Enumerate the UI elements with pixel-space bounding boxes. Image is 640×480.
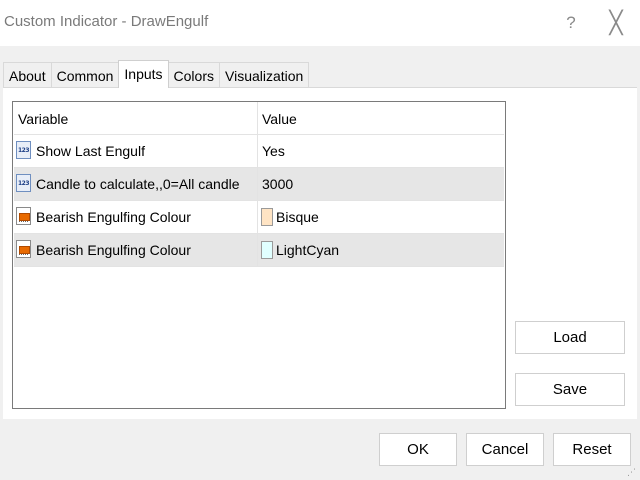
variable-name: Show Last Engulf — [36, 143, 145, 159]
color-parameter-icon — [16, 207, 31, 225]
reset-button[interactable]: Reset — [553, 433, 631, 466]
color-parameter-icon — [16, 240, 31, 258]
value-cell[interactable]: Yes — [258, 135, 504, 167]
title-bar: Custom Indicator - DrawEngulf ? ╳ — [0, 0, 640, 46]
window-title: Custom Indicator - DrawEngulf — [4, 13, 209, 30]
column-header-variable-label: Variable — [18, 111, 69, 127]
tab-inputs[interactable]: Inputs — [118, 60, 169, 88]
ok-button[interactable]: OK — [379, 433, 457, 466]
column-header-variable[interactable]: Variable — [14, 102, 258, 134]
color-swatch-glyph — [19, 213, 30, 221]
resize-grip-icon[interactable]: ⋰ — [627, 467, 637, 477]
variable-cell: Bearish Engulfing Colour — [14, 234, 258, 266]
table-row[interactable]: Bearish Engulfing Colour LightCyan — [14, 234, 504, 267]
tab-about[interactable]: About — [3, 62, 52, 88]
table-row[interactable]: Bearish Engulfing Colour Bisque — [14, 201, 504, 234]
variable-value: 3000 — [262, 176, 294, 192]
color-swatch-glyph — [19, 246, 30, 254]
help-button[interactable]: ? — [556, 8, 586, 38]
number-parameter-icon: 123 — [16, 141, 31, 159]
table-row[interactable]: 123 Candle to calculate,,0=All candle 30… — [14, 168, 504, 201]
number-parameter-icon: 123 — [16, 174, 31, 192]
variable-value: Yes — [262, 143, 285, 159]
cancel-button[interactable]: Cancel — [466, 433, 544, 466]
column-header-value-label: Value — [262, 111, 297, 127]
variable-cell: 123 Show Last Engulf — [14, 135, 258, 167]
variable-name: Candle to calculate,,0=All candle — [36, 176, 240, 192]
close-button[interactable]: ╳ — [601, 8, 631, 38]
value-cell[interactable]: 3000 — [258, 168, 504, 200]
tab-visualization[interactable]: Visualization — [219, 62, 310, 88]
variable-value: LightCyan — [276, 242, 340, 258]
load-button[interactable]: Load — [515, 321, 625, 354]
color-lines-glyph — [19, 221, 28, 224]
value-cell[interactable]: LightCyan — [258, 234, 504, 266]
variable-cell: 123 Candle to calculate,,0=All candle — [14, 168, 258, 200]
value-cell[interactable]: Bisque — [258, 201, 504, 233]
table-header: Variable Value — [14, 102, 504, 135]
inputs-panel: Variable Value 123 Show Last Engulf Yes … — [3, 87, 637, 419]
inputs-table: Variable Value 123 Show Last Engulf Yes … — [12, 101, 506, 409]
variable-value: Bisque — [276, 209, 319, 225]
tab-common[interactable]: Common — [50, 62, 120, 88]
column-header-value[interactable]: Value — [258, 102, 504, 134]
variable-name: Bearish Engulfing Colour — [36, 242, 191, 258]
tab-colors[interactable]: Colors — [167, 62, 220, 88]
color-preview-box — [261, 241, 273, 259]
variable-name: Bearish Engulfing Colour — [36, 209, 191, 225]
variable-cell: Bearish Engulfing Colour — [14, 201, 258, 233]
tab-bar: About Common Inputs Colors Visualization — [3, 60, 310, 88]
save-button[interactable]: Save — [515, 373, 625, 406]
color-preview-box — [261, 208, 273, 226]
table-row[interactable]: 123 Show Last Engulf Yes — [14, 135, 504, 168]
color-lines-glyph — [19, 254, 28, 257]
